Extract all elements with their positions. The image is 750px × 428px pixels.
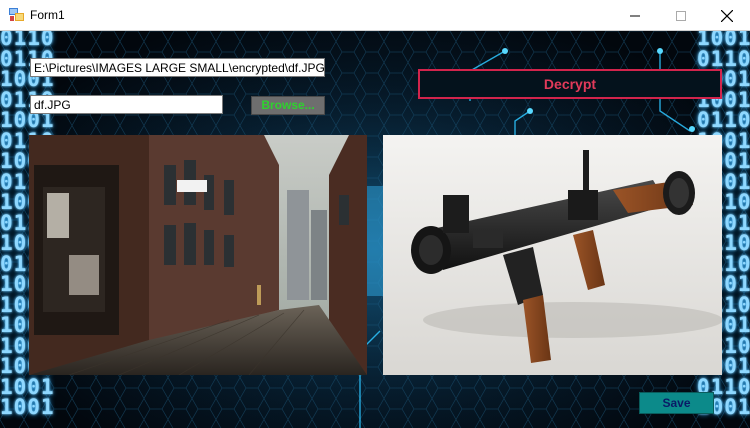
minimize-button[interactable] xyxy=(612,0,658,31)
minimize-icon xyxy=(630,11,640,21)
close-button[interactable] xyxy=(704,0,750,31)
app-icon xyxy=(9,8,25,22)
close-icon xyxy=(721,9,733,22)
maximize-button[interactable] xyxy=(658,0,704,31)
file-path-input[interactable]: E:\Pictures\IMAGES LARGE SMALL\encrypted… xyxy=(30,58,325,77)
form-client-area: 0110 0110 1001 0110 1001 0110 1001 0110 … xyxy=(0,31,750,428)
maximize-icon xyxy=(676,10,686,21)
source-image-street xyxy=(29,135,367,375)
file-name-input[interactable]: df.JPG xyxy=(30,95,223,114)
save-button[interactable]: Save xyxy=(639,392,714,414)
decrypt-button[interactable]: Decrypt xyxy=(418,69,722,99)
window-title: Form1 xyxy=(30,8,65,22)
title-bar: Form1 xyxy=(0,0,750,31)
browse-button[interactable]: Browse... xyxy=(251,96,325,115)
decrypted-image-launcher xyxy=(383,135,722,375)
